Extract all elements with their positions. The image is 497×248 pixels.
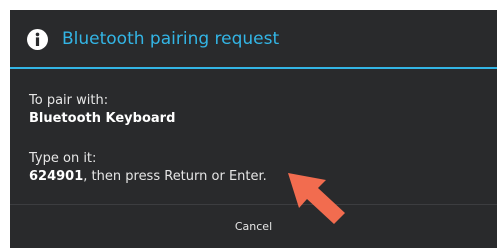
device-name: Bluetooth Keyboard	[29, 111, 176, 126]
title-divider	[10, 67, 497, 69]
info-icon	[27, 29, 48, 50]
passkey-code: 624901	[29, 169, 84, 184]
type-on-it-label: Type on it:	[29, 151, 97, 166]
pointer-arrow-icon	[288, 173, 345, 224]
passkey-instruction: 624901, then press Return or Enter.	[29, 168, 267, 185]
dialog-title: Bluetooth pairing request	[62, 29, 280, 49]
instruction-text: , then press Return or Enter.	[83, 169, 267, 184]
pair-with-label: To pair with:	[29, 93, 109, 108]
bluetooth-pairing-dialog: Bluetooth pairing request To pair with: …	[10, 10, 497, 248]
dialog-title-bar: Bluetooth pairing request	[10, 10, 497, 68]
cancel-button[interactable]: Cancel	[10, 205, 497, 248]
